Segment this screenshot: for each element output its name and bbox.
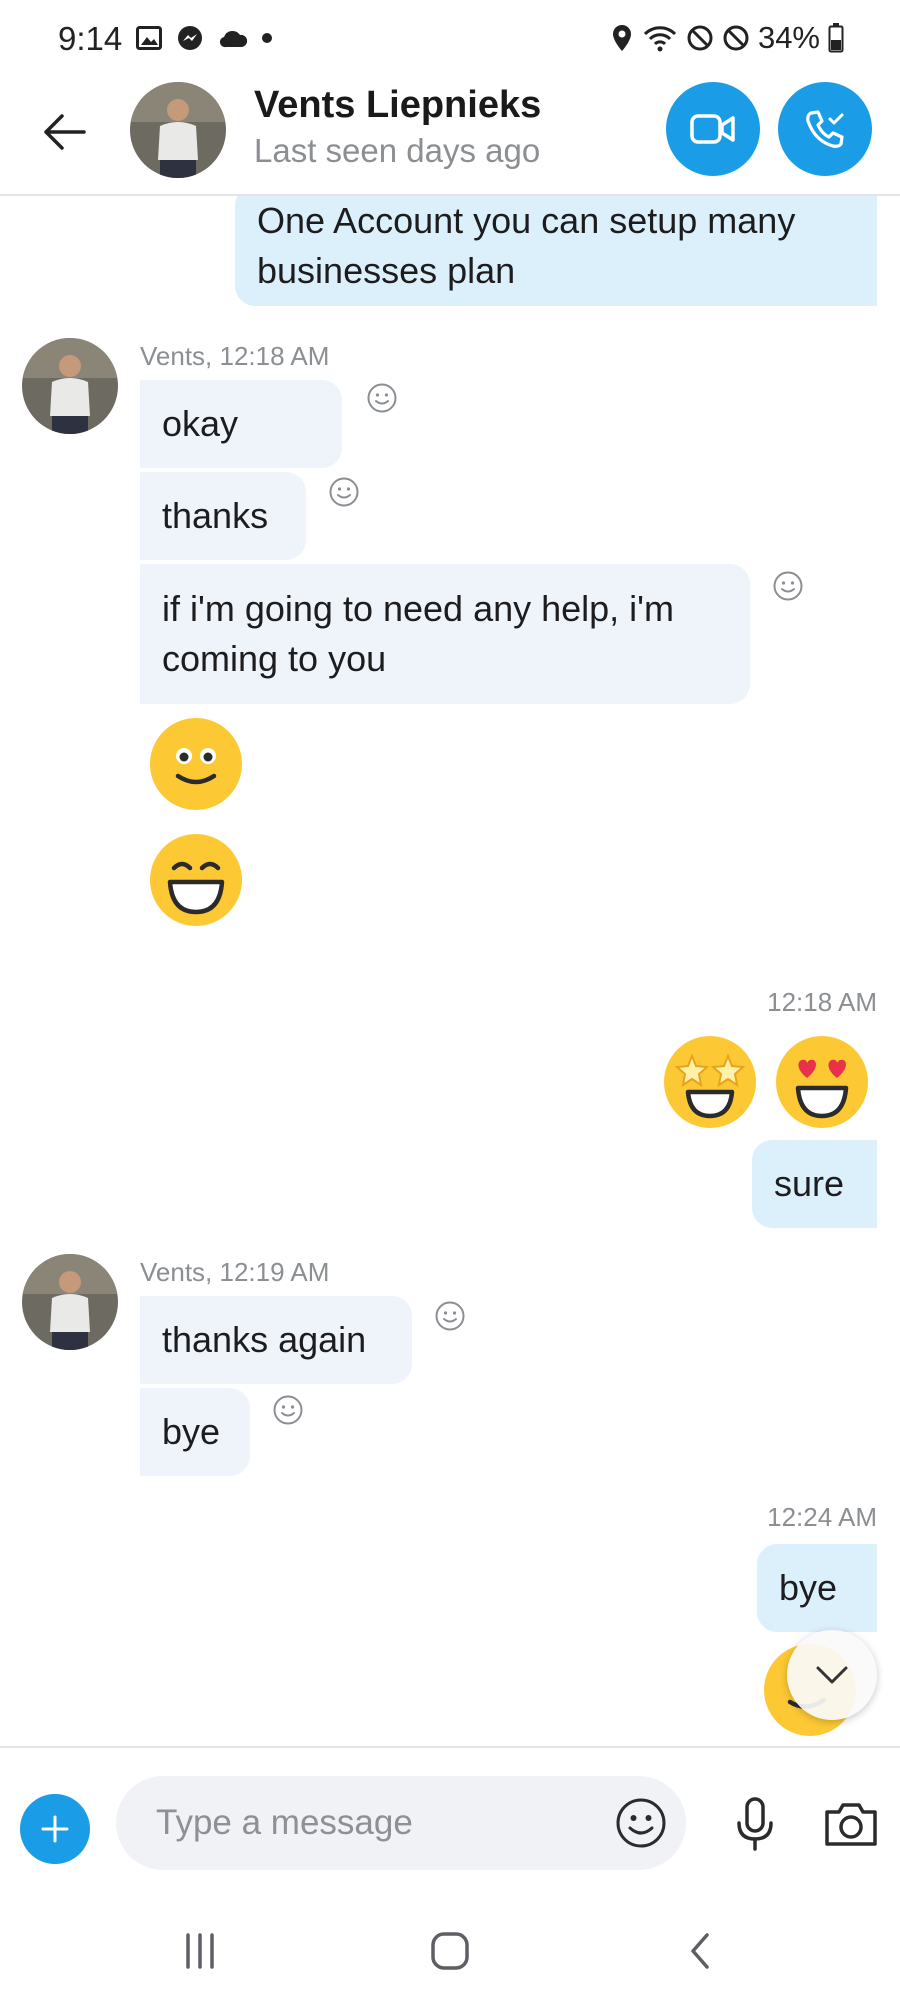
recent-apps-icon	[186, 1933, 214, 1969]
message-text: bye	[162, 1411, 221, 1452]
plus-icon	[41, 1815, 69, 1843]
contact-avatar[interactable]	[130, 82, 226, 178]
chat-header: Vents Liepnieks Last seen days ago	[0, 70, 900, 196]
incoming-message[interactable]: okay	[140, 380, 342, 468]
system-navigation-bar	[0, 1896, 900, 2000]
outgoing-message[interactable]: sure	[752, 1140, 877, 1228]
home-icon	[431, 1932, 469, 1970]
avatar-photo	[22, 1254, 118, 1350]
message-text: if i'm going to need any help, i'm	[162, 588, 675, 629]
home-button[interactable]	[420, 1926, 480, 1976]
status-time: 9:14	[58, 20, 123, 57]
avatar-photo	[130, 82, 226, 178]
contact-status: Last seen days ago	[254, 132, 541, 169]
avatar-photo	[22, 338, 118, 434]
back-button[interactable]	[36, 104, 92, 160]
add-reaction-icon[interactable]	[772, 570, 804, 602]
location-icon	[612, 25, 631, 51]
add-reaction-icon[interactable]	[434, 1300, 466, 1332]
messenger-icon	[178, 26, 202, 50]
outgoing-message[interactable]: One Account you can setup many businesse…	[235, 196, 877, 306]
sender-avatar[interactable]	[22, 1254, 118, 1350]
blocked-icon	[723, 25, 749, 51]
message-text: coming to you	[162, 638, 387, 679]
message-meta: 12:24 AM	[767, 1502, 877, 1532]
message-text: thanks	[162, 495, 269, 536]
add-reaction-icon[interactable]	[272, 1394, 304, 1426]
incoming-message[interactable]: if i'm going to need any help, i'm comin…	[140, 564, 750, 704]
message-meta: 12:18 AM	[767, 987, 877, 1017]
wifi-icon	[643, 26, 677, 52]
laugh-emoji-icon[interactable]	[148, 832, 244, 928]
message-text: okay	[162, 403, 239, 444]
microphone-icon[interactable]	[730, 1796, 780, 1852]
recent-apps-button[interactable]	[170, 1926, 230, 1976]
add-content-button[interactable]	[20, 1794, 90, 1864]
chevron-left-icon	[691, 1933, 709, 1969]
phone-icon	[806, 110, 844, 148]
message-input[interactable]	[116, 1776, 686, 1870]
notification-icons	[136, 24, 272, 52]
battery-percent: 34%	[757, 20, 820, 55]
message-composer	[0, 1746, 900, 1896]
scroll-to-bottom-button[interactable]	[787, 1630, 877, 1720]
incoming-message[interactable]: thanks again	[140, 1296, 412, 1384]
message-text: One Account you can setup many	[257, 200, 796, 241]
video-camera-icon	[690, 114, 735, 144]
heart-eyes-emoji-icon[interactable]	[774, 1034, 870, 1130]
message-meta: Vents, 12:18 AM	[140, 341, 330, 371]
message-text: thanks again	[162, 1319, 367, 1360]
star-struck-emoji-icon[interactable]	[662, 1034, 758, 1130]
do-not-disturb-icon	[687, 25, 713, 51]
add-reaction-icon[interactable]	[366, 382, 398, 414]
sender-avatar[interactable]	[22, 338, 118, 434]
back-nav-button[interactable]	[670, 1926, 730, 1976]
battery-icon	[828, 23, 844, 53]
add-reaction-icon[interactable]	[328, 476, 360, 508]
video-call-button[interactable]	[666, 82, 760, 176]
message-text: bye	[779, 1567, 838, 1608]
message-text: sure	[774, 1163, 845, 1204]
outgoing-message[interactable]: bye	[757, 1544, 877, 1632]
camera-icon[interactable]	[822, 1798, 880, 1850]
emoji-picker-icon[interactable]	[614, 1796, 668, 1850]
dot-icon	[262, 33, 272, 43]
arrow-left-icon	[44, 114, 86, 150]
status-bar: 9:14 34%	[0, 0, 900, 70]
smile-emoji-icon[interactable]	[148, 716, 244, 812]
message-text: businesses plan	[257, 250, 516, 291]
incoming-message[interactable]: bye	[140, 1388, 250, 1476]
cloud-icon	[219, 30, 248, 48]
message-list[interactable]: One Account you can setup many businesse…	[0, 196, 900, 1746]
voice-call-button[interactable]	[778, 82, 872, 176]
gallery-icon	[136, 26, 162, 50]
system-icons: 34%	[610, 20, 844, 56]
incoming-message[interactable]: thanks	[140, 472, 306, 560]
contact-name[interactable]: Vents Liepnieks	[254, 84, 541, 127]
message-meta: Vents, 12:19 AM	[140, 1257, 330, 1287]
chevron-down-icon	[816, 1666, 848, 1684]
